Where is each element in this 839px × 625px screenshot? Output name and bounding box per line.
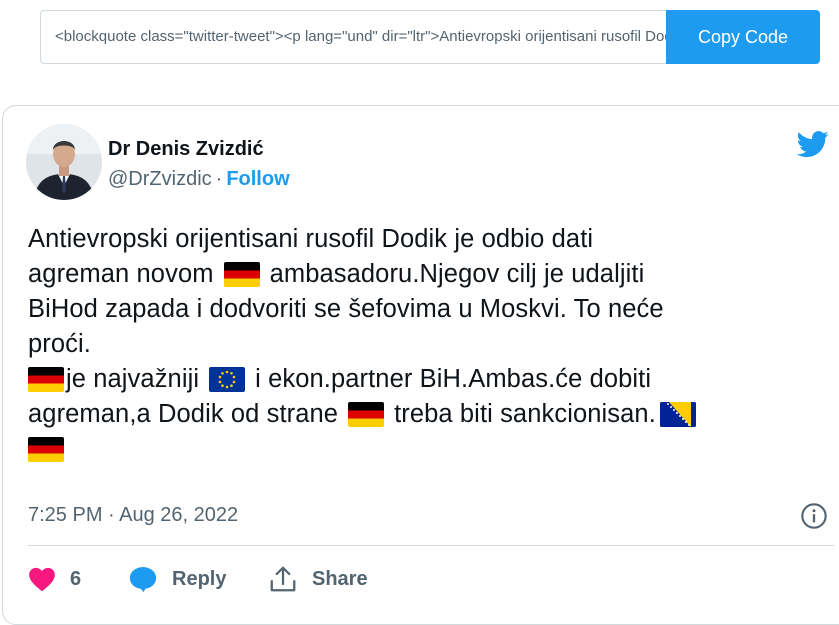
reply-label: Reply: [172, 567, 227, 590]
share-button[interactable]: Share: [268, 562, 368, 596]
tweet-line: [28, 432, 828, 467]
like-button[interactable]: 6: [28, 562, 81, 596]
tweet-line: agreman,a Dodik od strane treba biti sank…: [28, 397, 828, 432]
reply-bubble-icon: [129, 567, 157, 593]
tweet-line: je najvažniji i ekon.partner BiH.Ambas.će…: [28, 362, 828, 397]
handle-row: @DrZvizdic · Follow: [108, 168, 290, 191]
reply-button[interactable]: Reply: [128, 562, 226, 596]
heart-icon: [29, 567, 55, 592]
flag-bosnia-icon: [659, 402, 696, 427]
flag-germany-icon: [28, 437, 64, 462]
share-icon: [270, 566, 296, 592]
handle-separator: ·: [215, 168, 223, 190]
author-name[interactable]: Dr Denis Zvizdić: [108, 138, 264, 161]
tweet-line: BiHod zapada i dodvoriti se šefovima u M…: [28, 295, 664, 323]
flag-germany-icon: [28, 367, 64, 392]
author-handle[interactable]: @DrZvizdic: [108, 168, 212, 190]
tweet-line: proći.: [28, 330, 91, 358]
tweet-line: agreman novom ambasadoru.Njegov cilj je u…: [28, 260, 645, 288]
flag-germany-icon: [223, 262, 260, 287]
tweet-timestamp[interactable]: 7:25 PM · Aug 26, 2022: [28, 504, 238, 527]
flag-germany-icon: [348, 402, 385, 427]
flag-eu-icon: [209, 367, 246, 392]
follow-link[interactable]: Follow: [226, 168, 289, 190]
embed-code-bar: <blockquote class="twitter-tweet"><p lan…: [40, 10, 820, 66]
divider: [28, 545, 834, 546]
share-label: Share: [312, 567, 368, 590]
avatar-photo: [26, 124, 102, 200]
twitter-bird-icon[interactable]: [794, 128, 832, 160]
embed-code-field[interactable]: <blockquote class="twitter-tweet"><p lan…: [40, 10, 666, 64]
avatar[interactable]: [26, 124, 102, 200]
tweet-text: Antievropski orijentisani rusofil Dodik …: [28, 222, 828, 467]
action-bar: 6 Reply Share: [28, 562, 628, 596]
copy-code-button[interactable]: Copy Code: [666, 10, 820, 64]
info-icon[interactable]: [800, 502, 828, 530]
tweet-line: Antievropski orijentisani rusofil Dodik …: [28, 225, 594, 253]
like-count: 6: [70, 567, 82, 590]
